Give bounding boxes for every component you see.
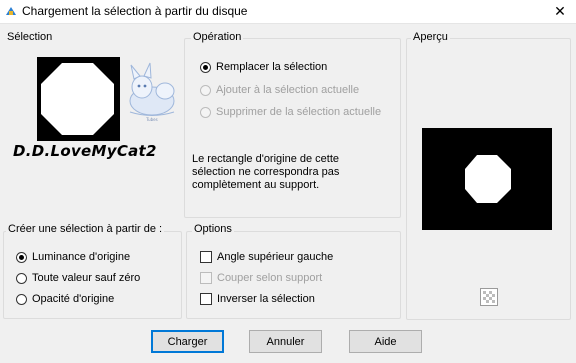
window-title: Chargement la sélection à partir du disq… xyxy=(22,4,248,18)
radio-remove: Supprimer de la sélection actuelle xyxy=(200,106,381,118)
radio-luminance[interactable]: Luminance d'origine xyxy=(16,251,130,263)
svg-text:Tubes: Tubes xyxy=(145,117,157,122)
preview-shape xyxy=(465,155,511,203)
radio-luminance-label: Luminance d'origine xyxy=(32,251,131,263)
message-line: complètement au support. xyxy=(192,179,320,191)
close-button[interactable]: ✕ xyxy=(544,0,576,23)
radio-button[interactable] xyxy=(16,293,27,305)
radio-opacity[interactable]: Opacité d'origine xyxy=(16,293,114,305)
create-from-legend: Créer une sélection à partir de : xyxy=(6,223,165,235)
checkbox[interactable] xyxy=(200,251,212,263)
radio-button[interactable] xyxy=(200,61,211,73)
title-bar: Chargement la sélection à partir du disq… xyxy=(0,0,576,24)
cat-watermark-image: Tubes xyxy=(129,62,175,122)
radio-any-nonzero[interactable]: Toute valeur sauf zéro xyxy=(16,272,140,284)
radio-any-nonzero-label: Toute valeur sauf zéro xyxy=(32,272,141,284)
cancel-button[interactable]: Annuler xyxy=(249,330,322,353)
radio-add: Ajouter à la sélection actuelle xyxy=(200,84,359,96)
operation-legend: Opération xyxy=(191,31,244,43)
radio-button[interactable] xyxy=(16,272,27,284)
check-top-left-label: Angle supérieur gauche xyxy=(217,251,334,263)
radio-button xyxy=(200,84,211,96)
radio-replace-label: Remplacer la sélection xyxy=(216,61,328,73)
check-top-left[interactable]: Angle supérieur gauche xyxy=(200,251,333,263)
selection-shape xyxy=(41,63,114,135)
mismatch-message: Le rectangle d'origine de cette sélectio… xyxy=(192,153,339,192)
radio-button[interactable] xyxy=(16,251,27,263)
help-button[interactable]: Aide xyxy=(349,330,422,353)
watermark-text: D.D.LoveMyCat2 xyxy=(13,142,157,160)
preview-legend: Aperçu xyxy=(411,31,450,43)
preview-canvas xyxy=(422,128,552,230)
checkbox xyxy=(200,272,212,284)
checkbox[interactable] xyxy=(200,293,212,305)
check-invert-label: Inverser la sélection xyxy=(217,293,315,305)
radio-opacity-label: Opacité d'origine xyxy=(32,293,115,305)
load-button[interactable]: Charger xyxy=(151,330,224,353)
app-icon xyxy=(5,5,17,17)
message-line: Le rectangle d'origine de cette xyxy=(192,153,340,165)
radio-add-label: Ajouter à la sélection actuelle xyxy=(216,84,360,96)
radio-button xyxy=(200,106,211,118)
message-line: sélection ne correspondra pas xyxy=(192,166,340,178)
options-legend: Options xyxy=(192,223,234,235)
radio-remove-label: Supprimer de la sélection actuelle xyxy=(216,106,382,118)
selection-label: Sélection xyxy=(7,31,53,43)
check-invert[interactable]: Inverser la sélection xyxy=(200,293,315,305)
transparency-icon[interactable] xyxy=(480,288,498,306)
radio-replace[interactable]: Remplacer la sélection xyxy=(200,61,327,73)
check-crop: Couper selon support xyxy=(200,272,322,284)
selection-thumbnail xyxy=(37,57,120,141)
check-crop-label: Couper selon support xyxy=(217,272,323,284)
close-icon: ✕ xyxy=(554,3,566,19)
